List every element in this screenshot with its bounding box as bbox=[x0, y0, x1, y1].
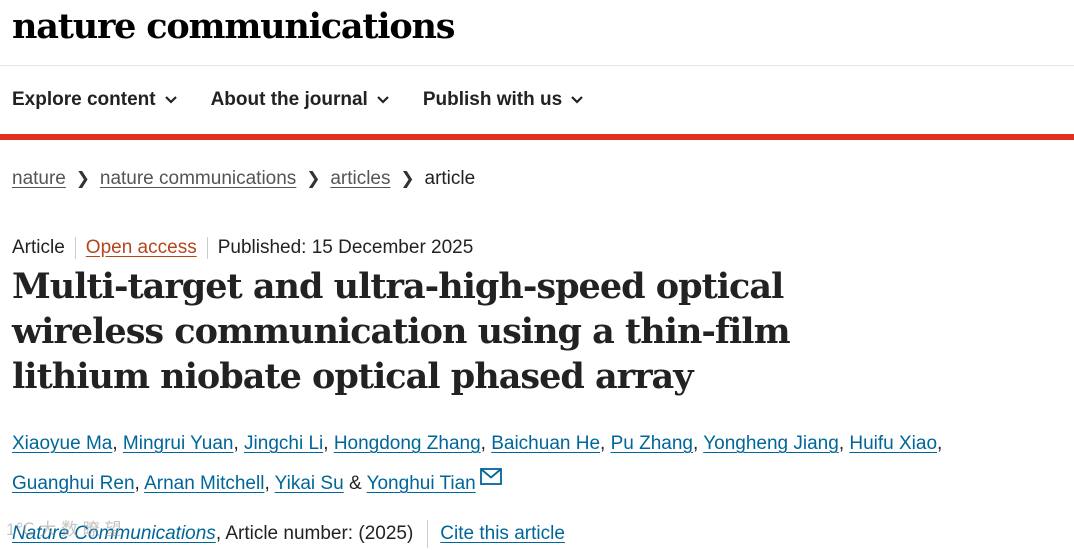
article-number: , Article number: (2025) bbox=[215, 523, 414, 544]
author-list: Xiaoyue Ma, Mingrui Yuan, Jingchi Li, Ho… bbox=[12, 433, 943, 494]
breadcrumb-nature-communications[interactable]: nature communications bbox=[100, 168, 296, 190]
article-title: Multi-target and ultra-high-speed optica… bbox=[12, 266, 791, 397]
nav-about-the-journal[interactable]: About the journal bbox=[211, 89, 390, 111]
author-link[interactable]: Pu Zhang bbox=[611, 433, 693, 454]
chevron-right-icon: ❯ bbox=[75, 169, 90, 188]
main-nav: Explore content About the journal Publis… bbox=[0, 66, 1074, 134]
breadcrumb-articles[interactable]: articles bbox=[330, 168, 390, 190]
chevron-down-icon bbox=[571, 96, 583, 104]
watermark: 1℃ 大 数 瞭 望 bbox=[6, 520, 122, 539]
nav-item-label: Publish with us bbox=[422, 89, 563, 110]
site-logo[interactable]: nature communications bbox=[12, 6, 455, 47]
author-link[interactable]: Baichuan He bbox=[491, 433, 600, 454]
nav-item-label: About the journal bbox=[210, 89, 368, 110]
divider bbox=[427, 520, 429, 548]
site-header: nature communications bbox=[0, 0, 1074, 66]
open-access-link[interactable]: Open access bbox=[76, 237, 208, 259]
author-link[interactable]: Xiaoyue Ma bbox=[12, 433, 112, 454]
envelope-icon[interactable] bbox=[479, 468, 502, 485]
cite-this-article-link[interactable]: Cite this article bbox=[440, 523, 565, 545]
article-type: Article bbox=[12, 237, 76, 259]
breadcrumb: nature ❯ nature communications ❯ article… bbox=[12, 168, 475, 190]
article-meta: Article Open access Published: 15 Decemb… bbox=[12, 237, 473, 259]
breadcrumb-current: article bbox=[424, 168, 476, 189]
author-link[interactable]: Yonghui Tian bbox=[367, 473, 476, 494]
author-link[interactable]: Yikai Su bbox=[275, 473, 344, 494]
author-link[interactable]: Yongheng Jiang bbox=[703, 433, 839, 454]
nav-explore-content[interactable]: Explore content bbox=[12, 89, 178, 111]
author-link[interactable]: Huifu Xiao bbox=[849, 433, 937, 454]
author-link[interactable]: Arnan Mitchell bbox=[144, 473, 264, 494]
chevron-down-icon bbox=[164, 96, 177, 104]
author-link[interactable]: Jingchi Li bbox=[244, 433, 323, 454]
published-date: Published: 15 December 2025 bbox=[217, 237, 474, 258]
chevron-down-icon bbox=[377, 96, 389, 104]
chevron-right-icon: ❯ bbox=[306, 169, 321, 188]
chevron-right-icon: ❯ bbox=[400, 169, 415, 188]
author-link[interactable]: Hongdong Zhang bbox=[334, 433, 481, 454]
breadcrumb-nature[interactable]: nature bbox=[12, 168, 66, 190]
header-accent-rule bbox=[0, 134, 1074, 140]
author-link[interactable]: Mingrui Yuan bbox=[123, 433, 234, 454]
nav-item-label: Explore content bbox=[12, 89, 156, 110]
nav-publish-with-us[interactable]: Publish with us bbox=[423, 89, 584, 111]
author-link[interactable]: Guanghui Ren bbox=[12, 473, 135, 494]
